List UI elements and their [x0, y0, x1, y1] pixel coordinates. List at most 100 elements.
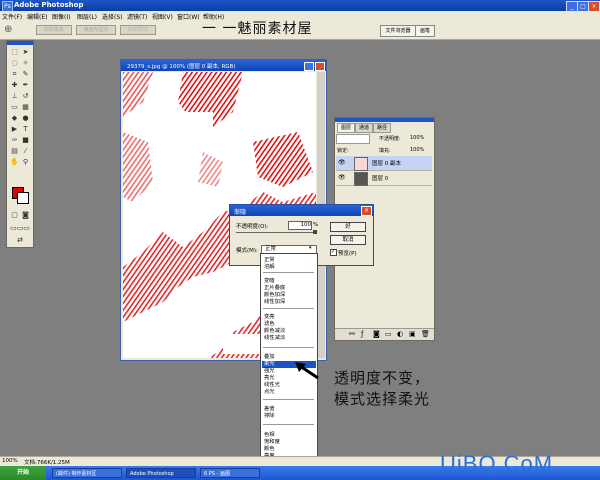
tab-brushes[interactable]: 画笔 — [415, 25, 435, 37]
blend-mode-option[interactable]: 亮光 — [264, 375, 275, 381]
menu-image[interactable]: 图像(I) — [52, 12, 70, 21]
opacity-slider-track[interactable] — [236, 232, 316, 233]
stamp-tool-icon[interactable]: ⊥ — [10, 92, 19, 101]
shape-tool-icon[interactable]: ■ — [21, 136, 30, 145]
doc-close-button[interactable] — [315, 62, 325, 71]
background-color-swatch[interactable] — [17, 192, 29, 204]
brush-tool-icon[interactable]: ✒ — [21, 81, 30, 90]
eye-icon[interactable]: 👁 — [338, 159, 346, 167]
taskbar-item-active[interactable]: Adobe Photoshop — [126, 468, 196, 478]
screen-mode-icons[interactable]: ▭▭▭ — [10, 224, 30, 233]
blend-mode-option[interactable]: 色相 — [264, 432, 275, 438]
layers-footer: ⚯ ƒ ◙ ▭ ◐ ▣ 🗑 — [335, 328, 434, 340]
menu-window[interactable]: 窗口(W) — [177, 12, 200, 21]
blend-mode-option-selected[interactable]: 柔光 — [264, 361, 275, 367]
magic-wand-icon[interactable]: ✧ — [21, 59, 30, 68]
jump-to-imageready-icon[interactable]: ⇄ — [10, 236, 30, 245]
trash-icon[interactable]: 🗑 — [421, 330, 430, 338]
blend-mode-option[interactable]: 滤色 — [264, 321, 275, 327]
cancel-button[interactable]: 取消 — [330, 235, 366, 245]
healing-brush-icon[interactable]: ✚ — [10, 81, 19, 90]
blend-mode-option[interactable]: 正片叠底 — [264, 285, 285, 291]
taskbar-item[interactable]: (邮件) 制作素材区 — [52, 468, 122, 478]
status-zoom[interactable]: 100% — [2, 458, 18, 464]
menu-filter[interactable]: 滤镜(T) — [127, 12, 147, 21]
blend-mode-option[interactable]: 线性光 — [264, 382, 280, 388]
title-bar: Ps Adobe Photoshop _ □ × — [0, 0, 600, 12]
link-layers-icon[interactable]: ⚯ — [349, 330, 355, 338]
blend-mode-option[interactable]: 变亮 — [264, 314, 275, 320]
fade-opacity-input[interactable]: 100 — [288, 221, 312, 230]
blend-mode-option[interactable]: 颜色减淡 — [264, 328, 285, 334]
fill-value[interactable]: 100% — [410, 147, 424, 153]
doc-minimize-button[interactable] — [304, 62, 314, 71]
menu-view[interactable]: 视图(V) — [152, 12, 173, 21]
layer-opacity-value[interactable]: 100% — [410, 135, 424, 141]
start-button[interactable]: 开始 — [0, 466, 46, 480]
eraser-tool-icon[interactable]: ▭ — [10, 103, 19, 112]
new-set-icon[interactable]: ▭ — [385, 330, 392, 338]
gradient-tool-icon[interactable]: ▦ — [21, 103, 30, 112]
blend-mode-option[interactable]: 叠加 — [264, 354, 275, 360]
layers-palette-grip[interactable] — [335, 118, 434, 122]
tab-layers[interactable]: 图层 — [337, 123, 355, 133]
add-mask-icon[interactable]: ◙ — [373, 330, 380, 338]
blend-mode-option[interactable]: 溶解 — [264, 264, 275, 270]
opacity-slider-thumb[interactable] — [313, 230, 317, 234]
layer-row[interactable]: 👁 图层 0 — [336, 171, 432, 186]
menu-select[interactable]: 选择(S) — [102, 12, 123, 21]
fade-dialog-title-bar[interactable]: 渐隐 — [230, 205, 373, 216]
blend-mode-option[interactable]: 点光 — [264, 389, 275, 395]
blend-mode-option[interactable]: 线性减淡 — [264, 335, 285, 341]
eye-icon[interactable]: 👁 — [338, 174, 346, 182]
blend-mode-option[interactable]: 线性加深 — [264, 299, 285, 305]
history-brush-icon[interactable]: ↺ — [21, 92, 30, 101]
menu-edit[interactable]: 编辑(E) — [27, 12, 47, 21]
taskbar-item[interactable]: 6 PS - 画图 — [200, 468, 260, 478]
blend-mode-option[interactable]: 颜色 — [264, 446, 275, 452]
crop-tool-icon[interactable]: ⌗ — [10, 70, 19, 79]
tab-paths[interactable]: 路径 — [373, 123, 391, 133]
blend-mode-option[interactable]: 差值 — [264, 406, 275, 412]
path-select-icon[interactable]: ▶ — [10, 125, 19, 134]
hand-tool-icon[interactable]: ✋ — [10, 158, 19, 167]
zoom-tool-icon[interactable]: ⊕ — [4, 24, 18, 36]
eyedropper-icon[interactable]: ⁄ — [21, 147, 30, 156]
slice-tool-icon[interactable]: ✎ — [21, 70, 30, 79]
blend-mode-option[interactable]: 饱和度 — [264, 439, 280, 445]
move-tool-icon[interactable]: ➤ — [21, 48, 30, 57]
layer-style-icon[interactable]: ƒ — [361, 330, 363, 338]
lasso-tool-icon[interactable]: ◌ — [10, 59, 19, 68]
close-icon[interactable]: × — [361, 206, 372, 216]
preview-checkbox[interactable]: ✓ — [330, 249, 337, 256]
blend-mode-option[interactable]: 变暗 — [264, 278, 275, 284]
type-tool-icon[interactable]: T — [21, 125, 30, 134]
new-layer-icon[interactable]: ▣ — [409, 330, 416, 338]
tab-file-browser[interactable]: 文件浏览器 — [380, 25, 416, 37]
notes-tool-icon[interactable]: ▤ — [10, 147, 19, 156]
blend-mode-select[interactable] — [336, 134, 370, 144]
ok-button[interactable]: 好 — [330, 222, 366, 232]
layer-row[interactable]: 👁 图层 0 副本 — [336, 156, 432, 171]
blend-mode-option[interactable]: 正常 — [264, 257, 275, 263]
blend-mode-option[interactable]: 强光 — [264, 368, 275, 374]
print-size-button[interactable]: 打印尺寸 — [120, 25, 156, 35]
blend-mode-option[interactable]: 颜色加深 — [264, 292, 285, 298]
standard-mode-icon[interactable]: ▢ — [10, 211, 19, 220]
dodge-tool-icon[interactable]: ● — [21, 114, 30, 123]
quickmask-mode-icon[interactable]: ◙ — [21, 211, 30, 220]
marquee-tool-icon[interactable]: ⬚ — [10, 48, 19, 57]
blend-mode-option[interactable]: 排除 — [264, 413, 275, 419]
menu-file[interactable]: 文件(F) — [2, 12, 22, 21]
blur-tool-icon[interactable]: ◆ — [10, 114, 19, 123]
tab-channels[interactable]: 通道 — [355, 123, 373, 133]
actual-pixels-button[interactable]: 实际像素 — [36, 25, 72, 35]
chevron-down-icon[interactable]: ▾ — [309, 246, 314, 251]
toolbox-grip[interactable] — [7, 41, 33, 45]
fit-screen-button[interactable]: 满画布显示 — [76, 25, 116, 35]
document-title-bar[interactable]: 29379_s.jpg @ 100% (图层 0 副本, RGB) — [121, 60, 326, 71]
adjustment-layer-icon[interactable]: ◐ — [397, 330, 403, 338]
menu-layer[interactable]: 图层(L) — [77, 12, 97, 21]
zoom-tool-icon[interactable]: ⚲ — [21, 158, 30, 167]
pen-tool-icon[interactable]: ✑ — [10, 136, 19, 145]
